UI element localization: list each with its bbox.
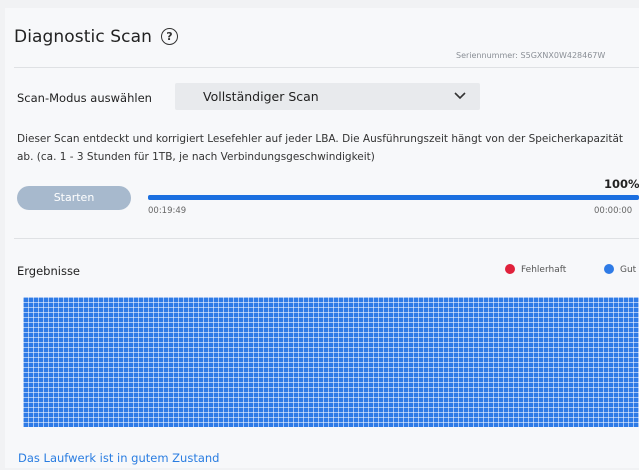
scan-description: Dieser Scan entdeckt und korrigiert Lese…	[17, 133, 624, 163]
scan-mode-dropdown[interactable]: Vollständiger Scan	[175, 83, 480, 110]
status-message[interactable]: Das Laufwerk ist in gutem Zustand	[18, 451, 220, 465]
sector-map	[23, 297, 639, 427]
scan-mode-value: Vollständiger Scan	[203, 89, 319, 104]
start-button[interactable]: Starten	[17, 186, 131, 210]
page-title: Diagnostic Scan	[14, 27, 153, 47]
results-heading: Ergebnisse	[17, 264, 81, 278]
serial-number: Seriennummer: S5GXNX0W428467W	[456, 51, 606, 60]
chevron-down-icon	[454, 92, 466, 100]
legend-label-good: Gut	[620, 265, 637, 275]
scan-mode-label: Scan-Modus auswählen	[17, 91, 152, 105]
progress-percent: 100%	[604, 177, 639, 191]
legend-dot-good	[604, 264, 614, 274]
divider	[14, 238, 639, 239]
elapsed-time: 00:19:49	[148, 206, 187, 216]
divider	[14, 67, 639, 68]
progress-bar	[148, 195, 639, 200]
progress-fill	[148, 195, 639, 200]
legend-dot-faulty	[505, 264, 515, 274]
legend-label-faulty: Fehlerhaft	[521, 265, 567, 275]
remaining-time: 00:00:00	[594, 206, 633, 216]
help-icon[interactable]: ?	[161, 28, 178, 45]
